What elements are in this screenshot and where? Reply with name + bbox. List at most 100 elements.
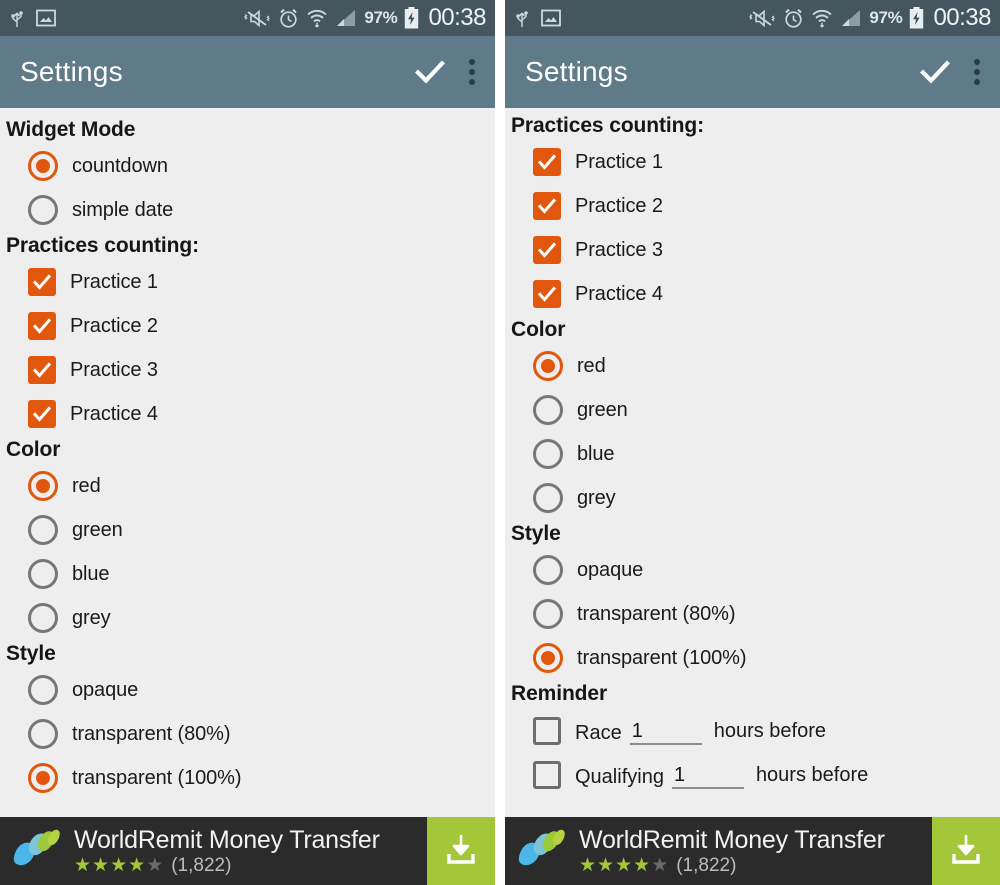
radio-label-style-opaque: opaque [72,678,139,701]
right-phone-screen: 97% 00:38 Settings Practices counting: P… [505,0,1000,885]
check-icon[interactable] [918,55,952,89]
radio-label-style-transparent-100: transparent (100%) [72,766,242,789]
radio-label-color-grey: grey [72,606,111,629]
status-bar-right-right-icons: 97% 00:38 [748,4,991,32]
radio-row-color-blue[interactable]: blue [0,552,495,596]
radio-row-style-transparent-80[interactable]: transparent (80%) [0,712,495,756]
checkbox-row-practice-1[interactable]: Practice 1 [0,260,495,304]
ad-rating-stars: ★ ★ ★ ★ ★ [74,855,164,876]
checkbox-row-practice-3[interactable]: Practice 3 [505,228,1000,272]
radio-row-color-red[interactable]: red [505,344,1000,388]
checkbox-label-practice-3: Practice 3 [575,238,663,261]
ad-rating-row: ★ ★ ★ ★ ★ (1,822) [579,855,932,877]
radio-label-style-transparent-80: transparent (80%) [577,602,736,625]
check-icon[interactable] [413,55,447,89]
group-title-reminder: Reminder [511,682,608,705]
ad-title: WorldRemit Money Transfer [579,825,885,854]
group-title-practices-counting: Practices counting: [6,234,199,257]
group-title-color: Color [511,318,566,341]
checkbox-row-practice-3[interactable]: Practice 3 [0,348,495,392]
checkbox-label-practice-1: Practice 1 [70,270,158,293]
checkbox-icon-reminder-qualifying[interactable] [533,761,561,789]
radio-icon-style-opaque[interactable] [28,675,58,705]
overflow-menu-icon[interactable] [469,59,475,85]
reminder-hours-input-qualifying[interactable]: 1 [671,765,744,789]
radio-icon-style-transparent-100[interactable] [28,763,58,793]
checkbox-label-practice-4: Practice 4 [70,402,158,425]
reminder-hours-input-race[interactable]: 1 [629,721,702,745]
checkbox-icon-practice-2[interactable] [28,312,56,340]
page-title: Settings [525,56,628,87]
radio-row-style-opaque[interactable]: opaque [0,668,495,712]
checkbox-icon-practice-3[interactable] [28,356,56,384]
radio-icon-color-blue[interactable] [533,439,563,469]
ad-banner-left[interactable]: WorldRemit Money Transfer ★ ★ ★ ★ ★ (1,822) [0,817,495,885]
ad-install-button[interactable] [427,817,495,885]
alarm-icon [278,8,299,29]
status-bar-left: 97% 00:38 [0,0,495,36]
checkbox-icon-practice-3[interactable] [533,236,561,264]
checkbox-icon-practice-2[interactable] [533,192,561,220]
radio-label-style-transparent-80: transparent (80%) [72,722,231,745]
radio-label-style-transparent-100: transparent (100%) [577,646,747,669]
checkbox-icon-practice-1[interactable] [28,268,56,296]
screenshot-icon [541,9,561,27]
signal-icon [335,9,357,28]
checkbox-icon-reminder-race[interactable] [533,717,561,745]
checkbox-row-practice-4[interactable]: Practice 4 [505,272,1000,316]
radio-row-simple-date[interactable]: simple date [0,188,495,232]
reminder-label-race: Race [575,722,622,744]
radio-icon-color-grey[interactable] [533,483,563,513]
status-bar-right: 97% 00:38 [505,0,1000,36]
radio-icon-color-red[interactable] [533,351,563,381]
radio-icon-style-opaque[interactable] [533,555,563,585]
status-bar-right-left-icons [514,8,561,28]
radio-row-countdown[interactable]: countdown [0,144,495,188]
ad-banner-right[interactable]: WorldRemit Money Transfer ★ ★ ★ ★ ★ (1,822) [505,817,1000,885]
clock-label: 00:38 [428,4,486,31]
radio-icon-color-green[interactable] [533,395,563,425]
checkbox-row-practice-2[interactable]: Practice 2 [0,304,495,348]
radio-row-style-opaque[interactable]: opaque [505,548,1000,592]
screen-divider [495,0,505,885]
overflow-menu-icon[interactable] [974,59,980,85]
ad-review-count: (1,822) [171,854,232,876]
radio-icon-style-transparent-100[interactable] [533,643,563,673]
radio-icon-style-transparent-80[interactable] [28,719,58,749]
radio-row-color-blue[interactable]: blue [505,432,1000,476]
checkbox-row-practice-2[interactable]: Practice 2 [505,184,1000,228]
checkbox-row-practice-1[interactable]: Practice 1 [505,140,1000,184]
radio-icon-color-blue[interactable] [28,559,58,589]
reminder-suffix-race: hours before [713,720,826,742]
radio-row-color-red[interactable]: red [0,464,495,508]
radio-icon-color-green[interactable] [28,515,58,545]
ad-text-block: WorldRemit Money Transfer ★ ★ ★ ★ ★ (1,822) [72,817,427,885]
radio-icon-color-grey[interactable] [28,603,58,633]
checkbox-icon-practice-4[interactable] [28,400,56,428]
reminder-row-race[interactable]: Race 1 hours before [505,708,1000,752]
radio-row-style-transparent-100[interactable]: transparent (100%) [0,756,495,800]
radio-label-color-green: green [72,518,123,541]
alarm-icon [783,8,804,29]
radio-row-color-green[interactable]: green [0,508,495,552]
checkbox-icon-practice-4[interactable] [533,280,561,308]
radio-row-style-transparent-100[interactable]: transparent (100%) [505,636,1000,680]
checkbox-row-practice-4[interactable]: Practice 4 [0,392,495,436]
reminder-row-qualifying[interactable]: Qualifying 1 hours before [505,752,1000,796]
ad-text-block: WorldRemit Money Transfer ★ ★ ★ ★ ★ (1,822) [577,817,932,885]
action-bar-buttons [413,55,475,89]
settings-list-left: Widget Mode countdown simple date Practi… [0,108,495,817]
usb-icon [514,8,530,28]
radio-icon-color-red[interactable] [28,471,58,501]
radio-row-color-grey[interactable]: grey [0,596,495,640]
radio-icon-style-transparent-80[interactable] [533,599,563,629]
radio-icon-simple-date[interactable] [28,195,58,225]
radio-row-style-transparent-80[interactable]: transparent (80%) [505,592,1000,636]
download-icon [947,830,985,873]
radio-icon-countdown[interactable] [28,151,58,181]
radio-row-color-grey[interactable]: grey [505,476,1000,520]
checkbox-icon-practice-1[interactable] [533,148,561,176]
radio-row-color-green[interactable]: green [505,388,1000,432]
vibrate-mute-icon [243,8,271,29]
ad-install-button[interactable] [932,817,1000,885]
